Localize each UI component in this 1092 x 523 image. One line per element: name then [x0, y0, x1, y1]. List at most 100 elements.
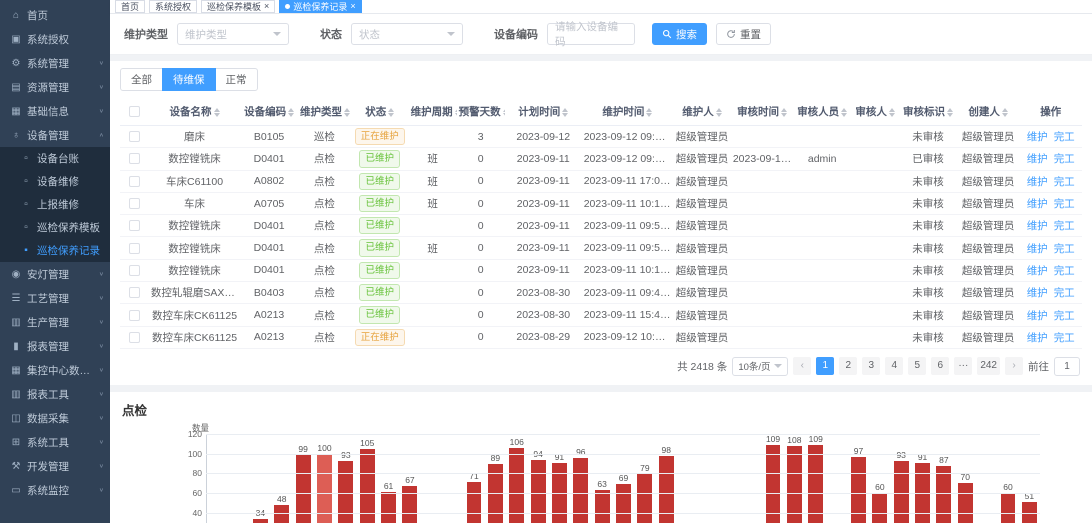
next-page-button[interactable]: › [1005, 357, 1023, 375]
sidebar-item-home[interactable]: ⌂首页 [0, 3, 110, 27]
row-checkbox[interactable] [129, 310, 140, 321]
goto-page-input[interactable]: 1 [1054, 357, 1080, 376]
sidebar-item-system-monitor[interactable]: ▭系统监控∨ [0, 478, 110, 502]
sidebar-item-equipment-mgmt[interactable]: ♁设备管理∧ [0, 123, 110, 147]
row-checkbox[interactable] [129, 131, 140, 142]
row-checkbox[interactable] [129, 153, 140, 164]
maintenance-type-select[interactable]: 维护类型 [177, 23, 289, 45]
row-checkbox[interactable] [129, 332, 140, 343]
bar-A0802[interactable] [467, 482, 482, 523]
sidebar-item-report-tools[interactable]: ▥报表工具∨ [0, 382, 110, 406]
filter-tab-待维保[interactable]: 待维保 [162, 68, 216, 91]
column-header-plan[interactable]: 计划时间 [505, 98, 582, 126]
row-checkbox[interactable] [129, 176, 140, 187]
action-完工[interactable]: 完工 [1054, 153, 1075, 165]
sort-icon[interactable] [781, 108, 787, 117]
tab-首页[interactable]: 首页 [115, 0, 145, 13]
tab-系统授权[interactable]: 系统授权 [149, 0, 197, 13]
bar-A0808[interactable] [595, 490, 610, 523]
sidebar-item-system-tools[interactable]: ⊞系统工具∨ [0, 430, 110, 454]
bar-B0210[interactable] [808, 445, 823, 523]
page-button-6[interactable]: 6 [931, 357, 949, 375]
sort-icon[interactable] [947, 108, 953, 117]
filter-tab-正常[interactable]: 正常 [215, 68, 258, 91]
column-header-aflag[interactable]: 审核标识 [899, 98, 957, 126]
action-维护[interactable]: 维护 [1027, 220, 1048, 232]
page-button-3[interactable]: 3 [862, 357, 880, 375]
action-完工[interactable]: 完工 [1054, 131, 1075, 143]
select-all-checkbox[interactable] [129, 106, 140, 117]
sort-icon[interactable] [562, 108, 568, 117]
bar-A0214[interactable] [381, 492, 396, 523]
sidebar-item-system-auth[interactable]: ▣系统授权 [0, 27, 110, 51]
sort-icon[interactable] [716, 108, 722, 117]
action-维护[interactable]: 维护 [1027, 265, 1048, 277]
sort-icon[interactable] [646, 108, 652, 117]
page-button-5[interactable]: 5 [908, 357, 926, 375]
reset-button[interactable]: 重置 [716, 23, 771, 45]
sidebar-item-basic-info[interactable]: ▦基础信息∨ [0, 99, 110, 123]
bar-A0202[interactable] [253, 519, 268, 523]
sort-icon[interactable] [503, 108, 505, 117]
sidebar-item-process-mgmt[interactable]: ☰工艺管理∨ [0, 286, 110, 310]
action-维护[interactable]: 维护 [1027, 176, 1048, 188]
action-完工[interactable]: 完工 [1054, 310, 1075, 322]
bar-27[interactable] [787, 446, 802, 523]
tab-巡检保养模板[interactable]: 巡检保养模板× [201, 0, 275, 13]
action-完工[interactable]: 完工 [1054, 198, 1075, 210]
sidebar-item-inspection-record[interactable]: ▪巡检保养记录 [0, 239, 110, 262]
action-维护[interactable]: 维护 [1027, 131, 1048, 143]
sidebar-item-dev-mgmt[interactable]: ⚒开发管理∨ [0, 454, 110, 478]
action-完工[interactable]: 完工 [1054, 332, 1075, 344]
close-icon[interactable]: × [264, 2, 269, 11]
action-完工[interactable]: 完工 [1054, 220, 1075, 232]
close-icon[interactable]: × [350, 2, 355, 11]
page-button-1[interactable]: 1 [816, 357, 834, 375]
page-button-4[interactable]: 4 [885, 357, 903, 375]
status-select[interactable]: 状态 [351, 23, 463, 45]
bar-19[interactable] [616, 484, 631, 523]
action-维护[interactable]: 维护 [1027, 287, 1048, 299]
sort-icon[interactable] [344, 108, 350, 117]
column-header-astaff[interactable]: 审核人员 [793, 98, 851, 126]
bar-B0201[interactable] [766, 445, 781, 523]
row-checkbox[interactable] [129, 265, 140, 276]
row-checkbox[interactable] [129, 243, 140, 254]
sidebar-item-inspection-template[interactable]: ▫巡检保养模板 [0, 216, 110, 239]
bar-9[interactable] [402, 486, 417, 523]
sidebar-item-control-center-data[interactable]: ▦集控中心数据管理∨ [0, 358, 110, 382]
sidebar-item-system-mgmt[interactable]: ⚙系统管理∨ [0, 51, 110, 75]
column-header-code[interactable]: 设备编码 [240, 98, 298, 126]
column-header-person[interactable]: 维护人 [673, 98, 731, 126]
column-header-atime[interactable]: 审核时间 [731, 98, 794, 126]
search-button[interactable]: 搜索 [652, 23, 707, 45]
sort-icon[interactable] [214, 108, 220, 117]
column-header-aperson[interactable]: 审核人 [851, 98, 899, 126]
tab-巡检保养记录[interactable]: 巡检保养记录× [279, 0, 361, 13]
prev-page-button[interactable]: ‹ [793, 357, 811, 375]
action-完工[interactable]: 完工 [1054, 265, 1075, 277]
action-完工[interactable]: 完工 [1054, 287, 1075, 299]
sidebar-item-andon-mgmt[interactable]: ◉安灯管理∨ [0, 262, 110, 286]
bar-3[interactable] [274, 505, 289, 523]
column-header-mtime[interactable]: 维护时间 [582, 98, 673, 126]
row-checkbox[interactable] [129, 198, 140, 209]
bar-A0810[interactable] [637, 474, 652, 523]
page-button-2[interactable]: 2 [839, 357, 857, 375]
page-size-select[interactable]: 10条/页 [732, 357, 788, 376]
action-完工[interactable]: 完工 [1054, 243, 1075, 255]
action-维护[interactable]: 维护 [1027, 153, 1048, 165]
bar-35[interactable] [958, 483, 973, 523]
row-checkbox[interactable] [129, 287, 140, 298]
sidebar-item-equipment-ledger[interactable]: ▫设备台账 [0, 147, 110, 170]
column-header-warn[interactable]: 预警天数 [457, 98, 505, 126]
column-header-status[interactable]: 状态 [351, 98, 409, 126]
column-header-creator[interactable]: 创建人 [957, 98, 1020, 126]
sidebar-item-report-mgmt[interactable]: ▮报表管理∨ [0, 334, 110, 358]
action-维护[interactable]: 维护 [1027, 198, 1048, 210]
sidebar-item-report-repair[interactable]: ▫上报维修 [0, 193, 110, 216]
sort-icon[interactable] [288, 108, 294, 117]
sort-icon[interactable] [1002, 108, 1008, 117]
sort-icon[interactable] [841, 108, 847, 117]
column-header-name[interactable]: 设备名称 [149, 98, 240, 126]
